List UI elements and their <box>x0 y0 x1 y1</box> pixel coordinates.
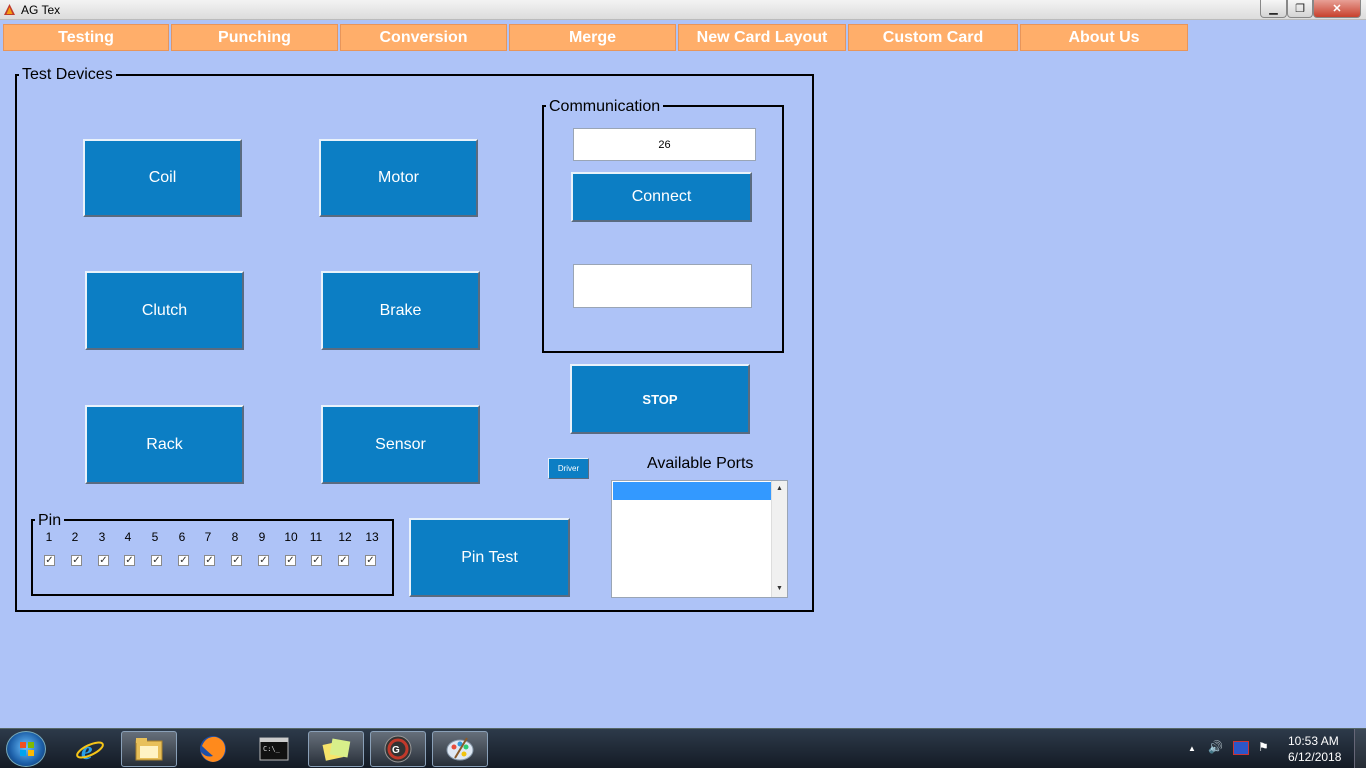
pin-checkbox[interactable]: ✓ <box>178 555 189 566</box>
taskbar-internet-explorer[interactable]: e <box>62 731 118 767</box>
start-button[interactable] <box>6 731 46 767</box>
pin-number-label: 1 <box>45 530 53 544</box>
window-title: AG Tex <box>21 3 61 17</box>
pin-test-button[interactable]: Pin Test <box>409 518 570 597</box>
paint-palette-icon <box>446 737 474 761</box>
tab-testing[interactable]: Testing <box>3 24 169 51</box>
pin-checkbox[interactable]: ✓ <box>71 555 82 566</box>
clock-time[interactable]: 10:53 AM <box>1288 734 1339 748</box>
restore-icon: ❐ <box>1295 3 1305 15</box>
svg-text:C:\_: C:\_ <box>263 745 281 753</box>
pin-checkbox[interactable]: ✓ <box>258 555 269 566</box>
coil-button[interactable]: Coil <box>83 139 242 217</box>
pin-checkbox[interactable]: ✓ <box>285 555 296 566</box>
tab-punching[interactable]: Punching <box>171 24 338 51</box>
taskbar-ag-tex[interactable]: G <box>370 731 426 767</box>
tab-conversion[interactable]: Conversion <box>340 24 507 51</box>
svg-text:e: e <box>81 736 93 764</box>
close-button[interactable]: ✕ <box>1313 0 1361 18</box>
pin-checkbox[interactable]: ✓ <box>338 555 349 566</box>
pin-number-label: 12 <box>338 530 352 544</box>
tab-about-us[interactable]: About Us <box>1020 24 1188 51</box>
tab-new-card-layout[interactable]: New Card Layout <box>678 24 846 51</box>
test-devices-title: Test Devices <box>19 66 116 84</box>
app-logo-icon <box>4 4 15 15</box>
action-center-flag-icon[interactable]: ⚑ <box>1258 740 1269 754</box>
pin-number-label: 13 <box>365 530 379 544</box>
pin-checkbox[interactable]: ✓ <box>98 555 109 566</box>
volume-icon[interactable]: 🔊 <box>1208 740 1223 754</box>
rack-button[interactable]: Rack <box>85 405 244 484</box>
available-ports-label: Available Ports <box>647 455 754 472</box>
scroll-up-icon[interactable]: ▲ <box>776 485 783 492</box>
close-icon: ✕ <box>1332 3 1342 15</box>
minimize-button[interactable]: ▁ <box>1260 0 1287 18</box>
pin-number-label: 5 <box>151 530 159 544</box>
motor-button[interactable]: Motor <box>319 139 478 217</box>
connect-button[interactable]: Connect <box>571 172 752 222</box>
pin-checkbox[interactable]: ✓ <box>124 555 135 566</box>
pin-number-label: 2 <box>71 530 79 544</box>
tab-merge[interactable]: Merge <box>509 24 676 51</box>
show-desktop-button[interactable] <box>1354 729 1366 768</box>
command-prompt-icon: C:\_ <box>259 737 289 761</box>
driver-button[interactable]: Driver <box>548 458 589 479</box>
available-ports-list[interactable]: ▲ ▼ <box>611 480 788 598</box>
pin-number-label: 3 <box>98 530 106 544</box>
svg-text:G: G <box>392 745 400 756</box>
pin-checkbox[interactable]: ✓ <box>44 555 55 566</box>
folder-icon <box>135 738 163 761</box>
windows-logo-icon <box>20 742 34 756</box>
brake-button[interactable]: Brake <box>321 271 480 350</box>
maximize-button[interactable]: ❐ <box>1287 0 1313 18</box>
pin-checkbox[interactable]: ✓ <box>151 555 162 566</box>
pin-checkbox[interactable]: ✓ <box>311 555 322 566</box>
pin-number-label: 4 <box>124 530 132 544</box>
sticky-notes-icon <box>322 738 351 761</box>
pin-checkbox[interactable]: ✓ <box>365 555 376 566</box>
clutch-button[interactable]: Clutch <box>85 271 244 350</box>
communication-title: Communication <box>546 98 664 116</box>
pin-number-label: 6 <box>178 530 186 544</box>
ports-scrollbar[interactable]: ▲ ▼ <box>771 481 787 597</box>
taskbar-paint[interactable] <box>432 731 488 767</box>
connection-status-field <box>573 264 752 308</box>
taskbar-command-prompt[interactable]: C:\_ <box>246 731 302 767</box>
show-hidden-icons-icon[interactable]: ▲ <box>1188 744 1196 753</box>
firefox-icon <box>200 736 226 762</box>
taskbar-firefox[interactable] <box>185 731 241 767</box>
title-bar: AG Tex <box>0 0 1366 20</box>
pin-checkbox[interactable]: ✓ <box>231 555 242 566</box>
pin-checkbox[interactable]: ✓ <box>204 555 215 566</box>
taskbar-file-explorer[interactable] <box>121 731 177 767</box>
minimize-icon: ▁ <box>1269 3 1278 15</box>
clock-date[interactable]: 6/12/2018 <box>1288 750 1341 764</box>
scroll-down-icon[interactable]: ▼ <box>776 585 783 592</box>
internet-explorer-icon: e <box>76 736 104 764</box>
ag-tex-app-icon: G <box>384 735 412 763</box>
stop-button[interactable]: STOP <box>570 364 750 434</box>
pin-number-label: 11 <box>309 530 323 544</box>
pin-number-label: 9 <box>258 530 266 544</box>
taskbar-sticky-notes[interactable] <box>308 731 364 767</box>
taskbar: e C:\_ G <box>0 728 1366 768</box>
tab-custom-card[interactable]: Custom Card <box>848 24 1018 51</box>
sensor-button[interactable]: Sensor <box>321 405 480 484</box>
pin-number-label: 10 <box>284 530 298 544</box>
pin-number-label: 7 <box>204 530 212 544</box>
list-item[interactable] <box>613 482 771 500</box>
port-number-field[interactable]: 26 <box>573 128 756 161</box>
language-flag-icon[interactable] <box>1233 741 1249 755</box>
pin-number-label: 8 <box>231 530 239 544</box>
pin-title: Pin <box>35 512 65 530</box>
